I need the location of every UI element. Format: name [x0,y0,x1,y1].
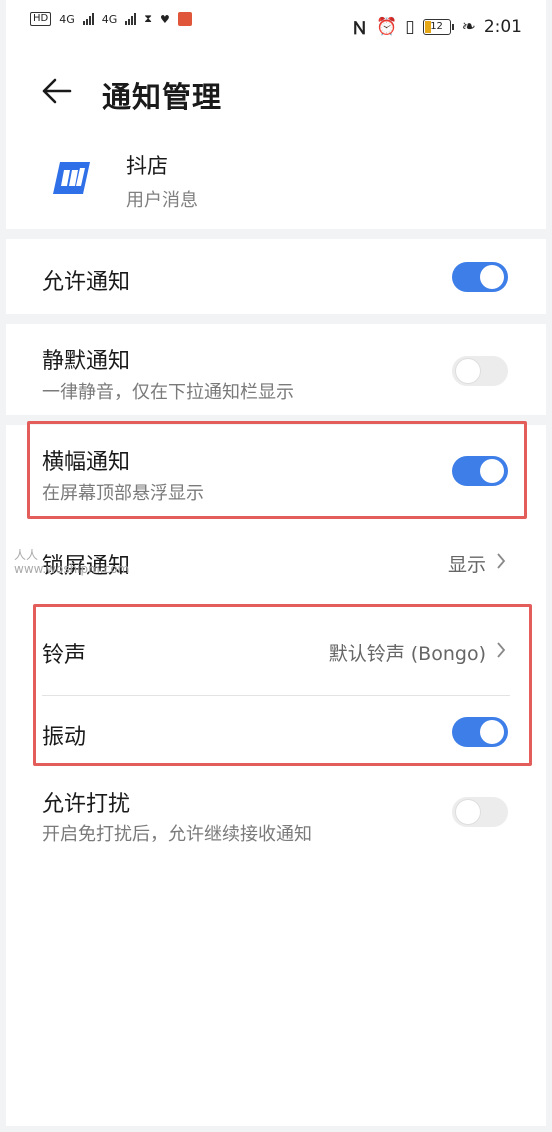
battery-icon: 12 [422,18,454,35]
silent-notifications-row[interactable]: 静默通知 一律静音，仅在下拉通知栏显示 [0,325,552,415]
app-notification-icon [177,12,192,26]
allow-interruptions-desc: 开启免打扰后，允许继续接收通知 [42,824,312,845]
hourglass-icon: ⧗ [144,12,153,25]
back-arrow-icon[interactable] [40,74,74,108]
battery-level: 12 [430,20,443,32]
clock: 2:01 [483,16,522,37]
lockscreen-notifications-value: 显示 [447,554,486,576]
allow-interruptions-row[interactable]: 允许打扰 开启免打扰后，允许继续接收通知 [0,770,552,860]
allow-interruptions-label: 允许打扰 [42,792,131,817]
watermark: 人人 www.woshipm.com [14,548,129,576]
chevron-right-icon [497,553,506,569]
status-left: HD 4G 4G ⧗ ♥ [30,12,192,26]
watermark-line-2: www.woshipm.com [14,562,130,576]
app-subtitle: 用户消息 [126,190,198,211]
alarm-icon: ⏰ [376,16,398,37]
doudian-logo-icon [53,162,90,194]
allow-interruptions-toggle[interactable] [452,797,508,827]
allow-notifications-row[interactable]: 允许通知 [0,240,552,314]
app-name: 抖店 [126,154,168,178]
signal-icon-2 [125,13,137,25]
highlight-box-banner [27,421,527,519]
nfc-icon: Ｎ [351,19,369,39]
silent-notifications-label: 静默通知 [42,349,131,374]
section-divider [6,314,546,324]
heart-icon: ♥ [160,12,170,26]
status-bar: HD 4G 4G ⧗ ♥ Ｎ ⏰ ▯ 12 ❧ 2:01 [0,0,552,52]
silent-notifications-desc: 一律静音，仅在下拉通知栏显示 [42,382,294,403]
leaf-icon: ❧ [461,16,476,37]
app-bar: 通知管理 [0,62,552,122]
allow-notifications-toggle[interactable] [452,262,508,292]
page-title: 通知管理 [102,80,223,114]
highlight-box-ringtone-vibrate [33,604,532,766]
app-info: 抖店 用户消息 [0,140,552,230]
watermark-line-1: 人人 [14,548,39,562]
network-type-2: 4G [101,12,118,26]
vibrate-icon: ▯ [405,16,415,37]
status-right: Ｎ ⏰ ▯ 12 ❧ 2:01 [351,14,522,40]
network-type: 4G [59,12,75,26]
hd-badge: HD [30,12,52,26]
section-divider [6,229,546,239]
signal-icon [82,13,94,25]
silent-notifications-toggle[interactable] [452,356,508,386]
allow-notifications-label: 允许通知 [42,270,131,295]
